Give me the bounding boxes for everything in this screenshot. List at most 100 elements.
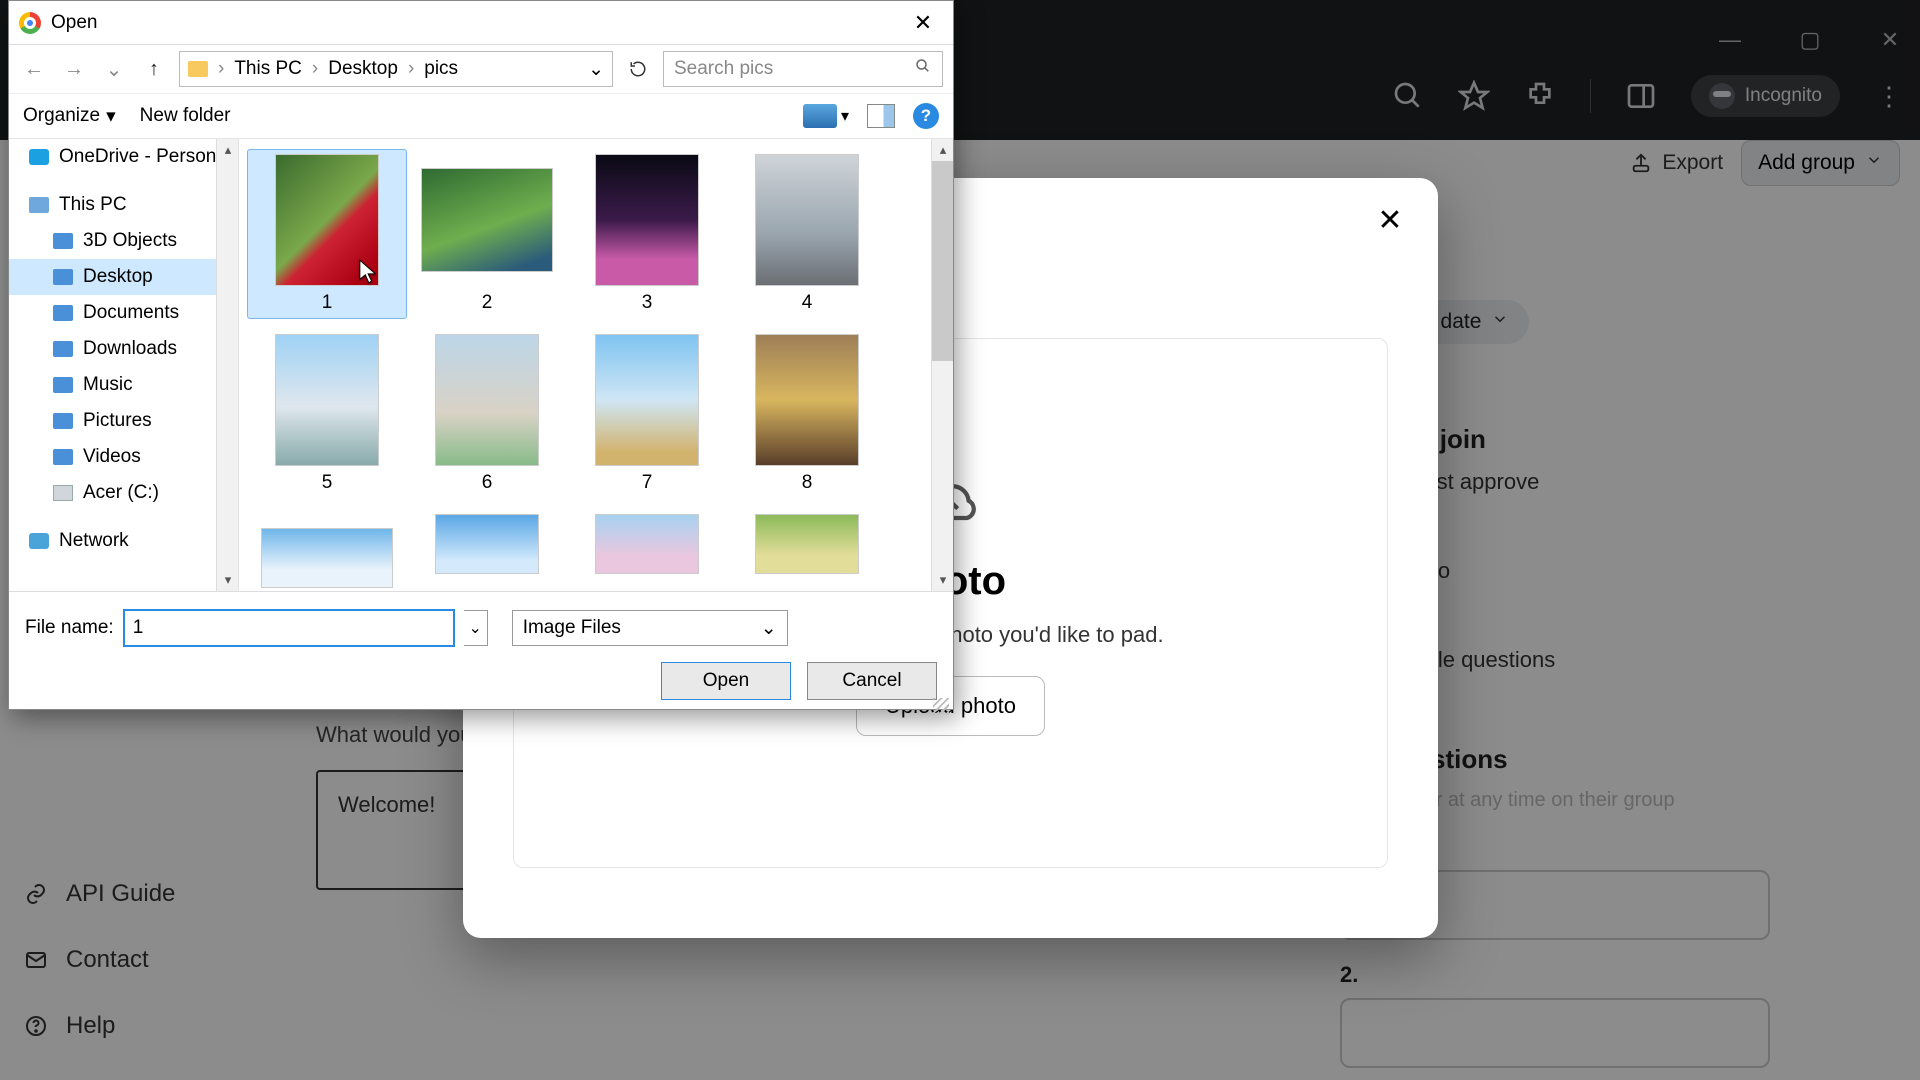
- address-bar[interactable]: › This PC › Desktop › pics ⌄: [179, 51, 613, 87]
- nav-recent-dropdown[interactable]: ⌄: [99, 54, 129, 84]
- tree-downloads[interactable]: Downloads: [9, 331, 238, 367]
- file-item-6[interactable]: 6: [407, 329, 567, 499]
- tree-label: Documents: [83, 302, 179, 324]
- file-item-partial[interactable]: [407, 509, 567, 591]
- file-item-1[interactable]: 1: [247, 149, 407, 319]
- file-thumbnail: [435, 334, 539, 466]
- breadcrumb-sep: ›: [408, 58, 414, 80]
- tree-thispc[interactable]: This PC: [9, 187, 238, 223]
- address-dropdown-icon[interactable]: ⌄: [588, 58, 604, 81]
- chrome-icon: [19, 12, 41, 34]
- cancel-button[interactable]: Cancel: [807, 662, 937, 700]
- scroll-up-icon[interactable]: ▴: [217, 139, 239, 161]
- scroll-up-icon[interactable]: ▴: [932, 139, 953, 161]
- nav-forward-button[interactable]: →: [59, 54, 89, 84]
- scrollbar-thumb[interactable]: [932, 161, 953, 361]
- file-thumbnail: [275, 334, 379, 466]
- file-item-partial[interactable]: [567, 509, 727, 591]
- organize-menu[interactable]: Organize ▾: [23, 105, 116, 128]
- filter-label: Image Files: [523, 617, 621, 639]
- file-name: 7: [642, 472, 653, 494]
- file-item-4[interactable]: 4: [727, 149, 887, 319]
- tree-3dobjects[interactable]: 3D Objects: [9, 223, 238, 259]
- tree-label: Pictures: [83, 410, 152, 432]
- files-scrollbar[interactable]: ▴ ▾: [931, 139, 953, 591]
- tree-scrollbar[interactable]: ▴ ▾: [216, 139, 238, 591]
- new-folder-label: New folder: [140, 105, 231, 127]
- file-grid: 1 2 3 4 5: [239, 139, 953, 591]
- breadcrumb-desktop[interactable]: Desktop: [328, 58, 398, 80]
- file-item-partial[interactable]: [727, 509, 887, 591]
- modal-close-button[interactable]: ✕: [1372, 202, 1408, 238]
- filename-label: File name:: [25, 617, 114, 639]
- file-item-3[interactable]: 3: [567, 149, 727, 319]
- organize-label: Organize: [23, 105, 100, 127]
- tree-label: Acer (C:): [83, 482, 159, 504]
- folder-tree: OneDrive - Person This PC 3D Objects Des…: [9, 139, 239, 591]
- file-item-7[interactable]: 7: [567, 329, 727, 499]
- file-name: 8: [802, 472, 813, 494]
- folder-icon: [53, 233, 73, 249]
- view-mode-button[interactable]: ▾: [803, 104, 849, 128]
- filename-input[interactable]: [124, 610, 454, 646]
- folder-icon: [53, 269, 73, 285]
- file-item-2[interactable]: 2: [407, 149, 567, 319]
- breadcrumb-pics[interactable]: pics: [424, 58, 458, 80]
- help-button[interactable]: ?: [913, 103, 939, 129]
- network-icon: [29, 533, 49, 549]
- scroll-down-icon[interactable]: ▾: [932, 569, 953, 591]
- tree-videos[interactable]: Videos: [9, 439, 238, 475]
- tree-acer-c[interactable]: Acer (C:): [9, 475, 238, 511]
- file-thumbnail: [435, 514, 539, 574]
- tree-label: OneDrive - Person: [59, 146, 216, 168]
- file-item-partial[interactable]: [247, 509, 407, 591]
- tree-desktop[interactable]: Desktop: [9, 259, 238, 295]
- nav-back-button[interactable]: ←: [19, 54, 49, 84]
- file-thumbnail: [755, 334, 859, 466]
- file-thumbnail: [275, 154, 379, 286]
- chevron-down-icon: ⌄: [761, 617, 777, 640]
- search-input[interactable]: Search pics: [663, 51, 943, 87]
- file-thumbnail: [595, 514, 699, 574]
- refresh-button[interactable]: [623, 54, 653, 84]
- drive-icon: [53, 485, 73, 501]
- folder-icon: [188, 61, 208, 77]
- folder-icon: [53, 413, 73, 429]
- file-name: 5: [322, 472, 333, 494]
- view-icon: [803, 104, 837, 128]
- folder-icon: [53, 305, 73, 321]
- onedrive-icon: [29, 149, 49, 165]
- tree-label: This PC: [59, 194, 127, 216]
- scroll-down-icon[interactable]: ▾: [217, 569, 239, 591]
- file-thumbnail: [421, 168, 553, 272]
- open-button[interactable]: Open: [661, 662, 791, 700]
- file-type-filter[interactable]: Image Files ⌄: [512, 610, 788, 646]
- tree-documents[interactable]: Documents: [9, 295, 238, 331]
- filename-dropdown[interactable]: ⌄: [464, 610, 488, 646]
- file-name: 4: [802, 292, 813, 314]
- preview-pane-button[interactable]: [867, 104, 895, 128]
- tree-onedrive[interactable]: OneDrive - Person: [9, 139, 238, 175]
- resize-grip[interactable]: [933, 698, 949, 714]
- file-name: 2: [482, 292, 493, 314]
- tree-label: Downloads: [83, 338, 177, 360]
- breadcrumb-sep: ›: [218, 58, 224, 80]
- dialog-bottom-bar: File name: ⌄ Image Files ⌄ Open Cancel: [9, 591, 953, 718]
- file-item-5[interactable]: 5: [247, 329, 407, 499]
- file-item-8[interactable]: 8: [727, 329, 887, 499]
- file-thumbnail: [595, 334, 699, 466]
- breadcrumb-thispc[interactable]: This PC: [234, 58, 302, 80]
- chevron-down-icon: ▾: [106, 105, 116, 128]
- search-icon: [914, 57, 932, 81]
- new-folder-button[interactable]: New folder: [140, 105, 231, 127]
- tree-network[interactable]: Network: [9, 523, 238, 559]
- folder-icon: [53, 341, 73, 357]
- tree-label: Desktop: [83, 266, 153, 288]
- nav-up-button[interactable]: ↑: [139, 54, 169, 84]
- dialog-close-button[interactable]: ✕: [903, 3, 943, 43]
- tree-label: Music: [83, 374, 133, 396]
- file-name: 6: [482, 472, 493, 494]
- tree-pictures[interactable]: Pictures: [9, 403, 238, 439]
- breadcrumb-sep: ›: [312, 58, 318, 80]
- tree-music[interactable]: Music: [9, 367, 238, 403]
